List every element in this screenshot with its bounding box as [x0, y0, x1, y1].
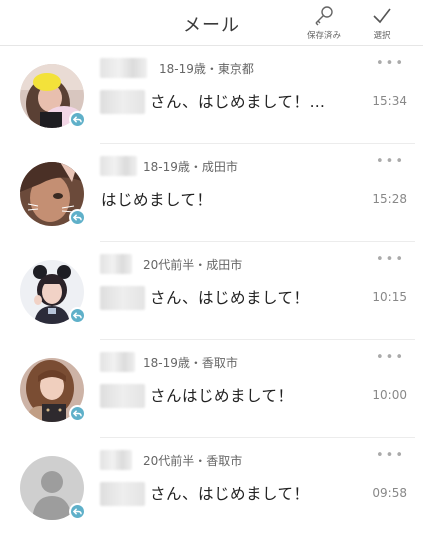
message-row[interactable]: 18-19歳・成田市 ••• はじめまして！ 15:28 [0, 145, 423, 242]
sender-name-redacted [100, 450, 132, 470]
sender-name-redacted [100, 58, 147, 78]
reply-icon [69, 405, 86, 422]
message-redacted [100, 90, 145, 114]
divider [100, 241, 415, 242]
message-row[interactable]: 18-19歳・東京都 ••• さん、はじめまして！… 15:34 [0, 47, 423, 144]
sender-meta: 20代前半・香取市 [143, 454, 243, 468]
reply-icon [69, 503, 86, 520]
message-row[interactable]: 18-19歳・香取市 ••• さんはじめまして！ 10:00 [0, 341, 423, 438]
divider [100, 437, 415, 438]
message-preview: さんはじめまして！ [150, 387, 294, 405]
reply-icon [69, 307, 86, 324]
saved-label: 保存済み [306, 31, 341, 41]
message-time: 15:28 [372, 192, 407, 206]
message-preview: はじめまして！ [101, 191, 213, 209]
sender-meta: 18-19歳・成田市 [143, 160, 238, 174]
reply-icon [69, 209, 86, 226]
sender-name-redacted [100, 352, 135, 372]
message-preview: さん、はじめまして！ [150, 289, 310, 307]
header: メール 保存済み 選択 [0, 0, 423, 46]
sender-meta: 18-19歳・香取市 [143, 356, 238, 370]
more-button[interactable]: ••• [376, 448, 405, 463]
sender-meta: 18-19歳・東京都 [159, 62, 254, 76]
more-button[interactable]: ••• [376, 252, 405, 267]
message-time: 15:34 [372, 94, 407, 108]
message-row[interactable]: 20代前半・成田市 ••• さん、はじめまして！ 10:15 [0, 243, 423, 340]
message-preview: さん、はじめまして！ [150, 485, 310, 503]
message-time: 10:00 [372, 388, 407, 402]
reply-icon [69, 111, 86, 128]
message-redacted [100, 286, 145, 310]
saved-button[interactable]: 保存済み [299, 4, 349, 41]
message-redacted [100, 384, 145, 408]
divider [100, 143, 415, 144]
key-icon [315, 6, 333, 26]
more-button[interactable]: ••• [376, 56, 405, 71]
message-time: 10:15 [372, 290, 407, 304]
more-button[interactable]: ••• [376, 154, 405, 169]
message-preview: さん、はじめまして！… [150, 93, 326, 111]
sender-name-redacted [100, 254, 132, 274]
message-redacted [100, 482, 145, 506]
select-label: 選択 [373, 31, 391, 41]
select-button[interactable]: 選択 [357, 4, 407, 41]
message-time: 09:58 [372, 486, 407, 500]
more-button[interactable]: ••• [376, 350, 405, 365]
check-icon [373, 8, 391, 24]
divider [100, 339, 415, 340]
message-row[interactable]: 20代前半・香取市 ••• さん、はじめまして！ 09:58 [0, 439, 423, 536]
sender-name-redacted [100, 156, 137, 176]
sender-meta: 20代前半・成田市 [143, 258, 243, 272]
